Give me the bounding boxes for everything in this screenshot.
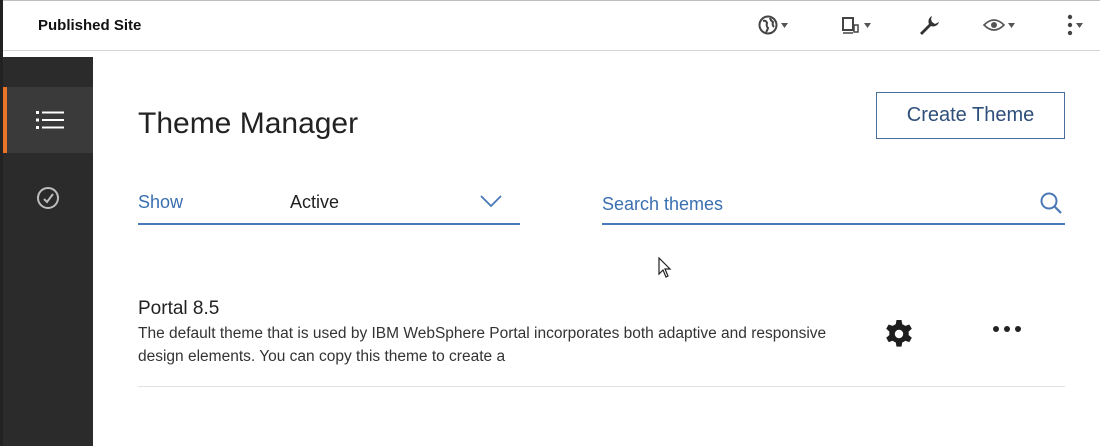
- vertical-more-icon: [1067, 14, 1073, 36]
- create-theme-button[interactable]: Create Theme: [876, 92, 1065, 139]
- theme-list-item[interactable]: Portal 8.5 The default theme that is use…: [138, 290, 1065, 387]
- more-dot: [1004, 326, 1010, 332]
- caret-down-icon: [781, 22, 788, 28]
- more-dot: [1015, 326, 1021, 332]
- top-toolbar: Published Site: [3, 0, 1100, 51]
- show-filter-label: Show: [138, 192, 184, 212]
- theme-description: The default theme that is used by IBM We…: [138, 325, 827, 365]
- gear-icon[interactable]: [883, 318, 915, 350]
- page-title: Theme Manager: [138, 107, 359, 140]
- mouse-cursor-icon: [658, 257, 672, 278]
- sidebar-item-dashboard[interactable]: [3, 171, 93, 225]
- search-input[interactable]: [602, 188, 1022, 220]
- sidebar-item-theme-list[interactable]: [3, 87, 93, 153]
- chevron-down-icon: [480, 195, 502, 207]
- more-actions-button[interactable]: [1067, 12, 1083, 38]
- wrench-icon: [920, 16, 939, 35]
- theme-name: Portal 8.5: [138, 298, 220, 319]
- caret-down-icon: [1008, 22, 1015, 28]
- theme-more-options-button[interactable]: [993, 326, 1021, 332]
- search-field: [602, 185, 1065, 225]
- globe-icon: [758, 15, 778, 35]
- list-icon: [36, 111, 64, 129]
- device-preview-icon: [842, 17, 859, 34]
- site-title: Published Site: [38, 17, 142, 34]
- caret-down-icon: [1076, 22, 1083, 28]
- search-icon[interactable]: [1039, 191, 1063, 215]
- gauge-icon: [37, 187, 59, 209]
- sidebar: [3, 57, 93, 446]
- show-filter-dropdown[interactable]: Show Active: [138, 185, 520, 225]
- more-dot: [993, 326, 999, 332]
- caret-down-icon: [864, 22, 871, 28]
- show-filter-value: Active: [290, 192, 340, 212]
- device-preview-button[interactable]: [841, 12, 871, 38]
- tools-button[interactable]: [918, 12, 940, 38]
- main-content: Theme Manager Create Theme Show Active P…: [93, 52, 1100, 446]
- globe-menu-button[interactable]: [758, 12, 788, 38]
- view-options-button[interactable]: [983, 12, 1015, 38]
- eye-icon: [983, 19, 1005, 31]
